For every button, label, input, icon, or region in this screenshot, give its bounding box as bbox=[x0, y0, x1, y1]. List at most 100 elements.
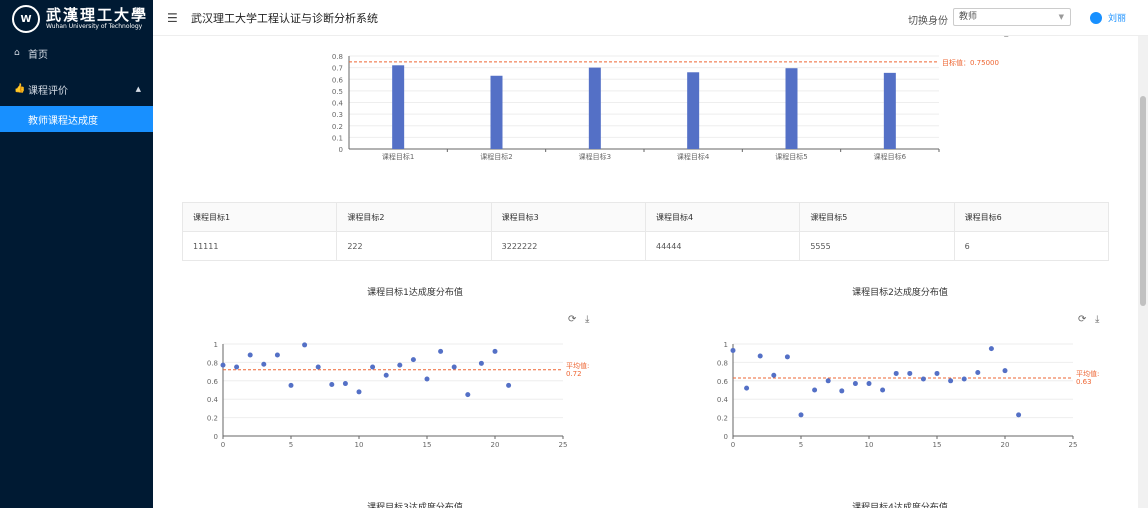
scatter-point bbox=[424, 376, 430, 382]
thumbs-up-icon: 👍 bbox=[14, 84, 26, 94]
goal1-scatter-chart: 00.20.40.60.810 5 10 15 20 25平均值:0.72 bbox=[207, 341, 590, 449]
scatter-point bbox=[234, 364, 240, 370]
avatar bbox=[1090, 11, 1102, 24]
x-tick-label: 25 bbox=[1069, 441, 1078, 449]
refresh-icon[interactable]: ⟳ bbox=[568, 314, 576, 325]
target-mark-label: 目标值：0.75000 bbox=[942, 58, 999, 67]
scatter-point bbox=[866, 381, 872, 387]
download-icon[interactable]: ⤓ bbox=[585, 314, 589, 325]
x-tick-label: 20 bbox=[1001, 441, 1010, 449]
page-scrollbar[interactable] bbox=[1138, 36, 1148, 508]
role-select[interactable]: 教师 ▼ bbox=[953, 8, 1071, 26]
bar bbox=[687, 72, 700, 149]
y-tick-label: 0 bbox=[339, 146, 343, 154]
refresh-icon[interactable]: ⟳ bbox=[1078, 314, 1086, 325]
bar bbox=[883, 72, 896, 149]
table-cell: 6 bbox=[953, 231, 1110, 261]
x-tick-label: 10 bbox=[355, 441, 364, 449]
sidebar-item-label: 教师课程达成度 bbox=[28, 115, 98, 127]
table-header-cell: 课程目标1 bbox=[181, 202, 338, 232]
sidebar-item-teacher-achievement[interactable]: 教师课程达成度 bbox=[0, 106, 153, 132]
role-select-value: 教师 bbox=[959, 12, 978, 22]
chevron-down-icon: ▼ bbox=[1058, 13, 1064, 21]
scatter-point bbox=[288, 382, 294, 388]
scatter-point bbox=[410, 357, 416, 363]
table-header-cell: 课程目标4 bbox=[644, 202, 801, 232]
scatter-point bbox=[274, 352, 280, 358]
sidebar-item-home[interactable]: ⌂ 首页 bbox=[0, 40, 153, 66]
y-tick-label: 0.6 bbox=[207, 378, 219, 386]
table-cell: 44444 bbox=[644, 231, 801, 261]
table-cell: 3222222 bbox=[490, 231, 646, 261]
scatter-point bbox=[342, 381, 348, 387]
y-tick-label: 0.3 bbox=[332, 111, 343, 119]
y-tick-label: 0.8 bbox=[207, 359, 218, 367]
scatter-point bbox=[356, 389, 362, 395]
scatter-point bbox=[961, 376, 967, 382]
bar bbox=[392, 65, 405, 149]
scatter-point bbox=[247, 352, 253, 358]
scatter-point bbox=[465, 392, 471, 398]
x-tick-label: 0 bbox=[731, 441, 735, 449]
x-tick-label: 10 bbox=[865, 441, 874, 449]
course-goal-bar-chart: 0 0.1 0.2 0.3 0.4 0.5 0.6 0.7 0.8 课程目标1 课程目标2 课程目标3… bbox=[332, 53, 999, 161]
main-content: ⟳ ⤓ 00.10.20.30.40.50.60.70.8课程目标1课程目标2课… bbox=[153, 36, 1138, 508]
user-name: 刘丽 bbox=[1108, 14, 1127, 24]
y-tick-label: 0 bbox=[214, 433, 218, 441]
x-tick-label: 课程目标4 bbox=[677, 152, 710, 161]
scatter-point bbox=[438, 348, 444, 354]
y-tick-label: 0.5 bbox=[332, 88, 343, 96]
scatter-point bbox=[880, 387, 886, 393]
scatter-point bbox=[1016, 412, 1022, 418]
bar bbox=[490, 75, 503, 149]
sidebar: W 武漢理工大學 Wuhan University of Technology … bbox=[0, 0, 153, 508]
sidebar-item-course-evaluation[interactable]: 👍 课程评价 ▲ bbox=[0, 76, 153, 102]
y-tick-label: 0.4 bbox=[332, 100, 344, 108]
scatter-point bbox=[730, 347, 736, 353]
chart-title-goal4: 课程目标4达成度分布值 bbox=[852, 503, 948, 508]
download-icon[interactable]: ⤓ bbox=[1095, 314, 1099, 325]
scatter-point bbox=[261, 361, 267, 367]
x-tick-label: 25 bbox=[559, 441, 568, 449]
scatter-point bbox=[315, 364, 321, 370]
scatter-point bbox=[397, 362, 403, 368]
y-tick-label: 0 bbox=[724, 433, 728, 441]
logo-english-name: Wuhan University of Technology bbox=[46, 23, 143, 30]
y-tick-label: 0.6 bbox=[332, 76, 344, 84]
scatter-point bbox=[771, 372, 777, 378]
menu-toggle-icon[interactable]: ☰ bbox=[167, 11, 179, 25]
average-mark-label: 平均值: bbox=[1076, 369, 1099, 378]
x-tick-label: 课程目标5 bbox=[775, 152, 807, 161]
scatter-point bbox=[839, 388, 845, 394]
scatter-point bbox=[948, 378, 954, 384]
y-tick-label: 0.2 bbox=[207, 415, 218, 423]
university-logo[interactable]: W 武漢理工大學 Wuhan University of Technology bbox=[0, 0, 153, 38]
scrollbar-thumb[interactable] bbox=[1140, 96, 1146, 306]
x-tick-label: 0 bbox=[221, 441, 225, 449]
scatter-point bbox=[798, 412, 804, 418]
scatter-point bbox=[506, 382, 512, 388]
y-tick-label: 0.4 bbox=[207, 396, 219, 404]
chart-title-goal1: 课程目标1达成度分布值 bbox=[367, 288, 463, 298]
y-tick-label: 1 bbox=[724, 341, 728, 349]
scatter-point bbox=[784, 354, 790, 360]
scatter-point bbox=[329, 381, 335, 387]
table-header-cell: 课程目标5 bbox=[799, 202, 955, 232]
sidebar-item-label: 首页 bbox=[28, 49, 48, 61]
scatter-point bbox=[920, 376, 926, 382]
x-tick-label: 课程目标6 bbox=[874, 152, 907, 161]
home-icon: ⌂ bbox=[14, 48, 20, 58]
table-cell: 5555 bbox=[799, 231, 955, 261]
x-tick-label: 课程目标3 bbox=[579, 152, 611, 161]
top-header: ☰ 武汉理工大学工程认证与诊断分析系统 切换身份 教师 ▼ 刘丽 bbox=[153, 0, 1148, 36]
scatter-point bbox=[812, 387, 818, 393]
user-menu[interactable]: 刘丽 bbox=[1090, 11, 1126, 24]
scatter-point bbox=[988, 346, 994, 352]
bar bbox=[588, 67, 601, 149]
scatter-point bbox=[907, 370, 913, 376]
y-tick-label: 0.8 bbox=[717, 359, 728, 367]
y-tick-label: 1 bbox=[214, 341, 218, 349]
x-tick-label: 5 bbox=[799, 441, 803, 449]
scatter-point bbox=[370, 364, 376, 370]
scatter-point bbox=[492, 348, 498, 354]
